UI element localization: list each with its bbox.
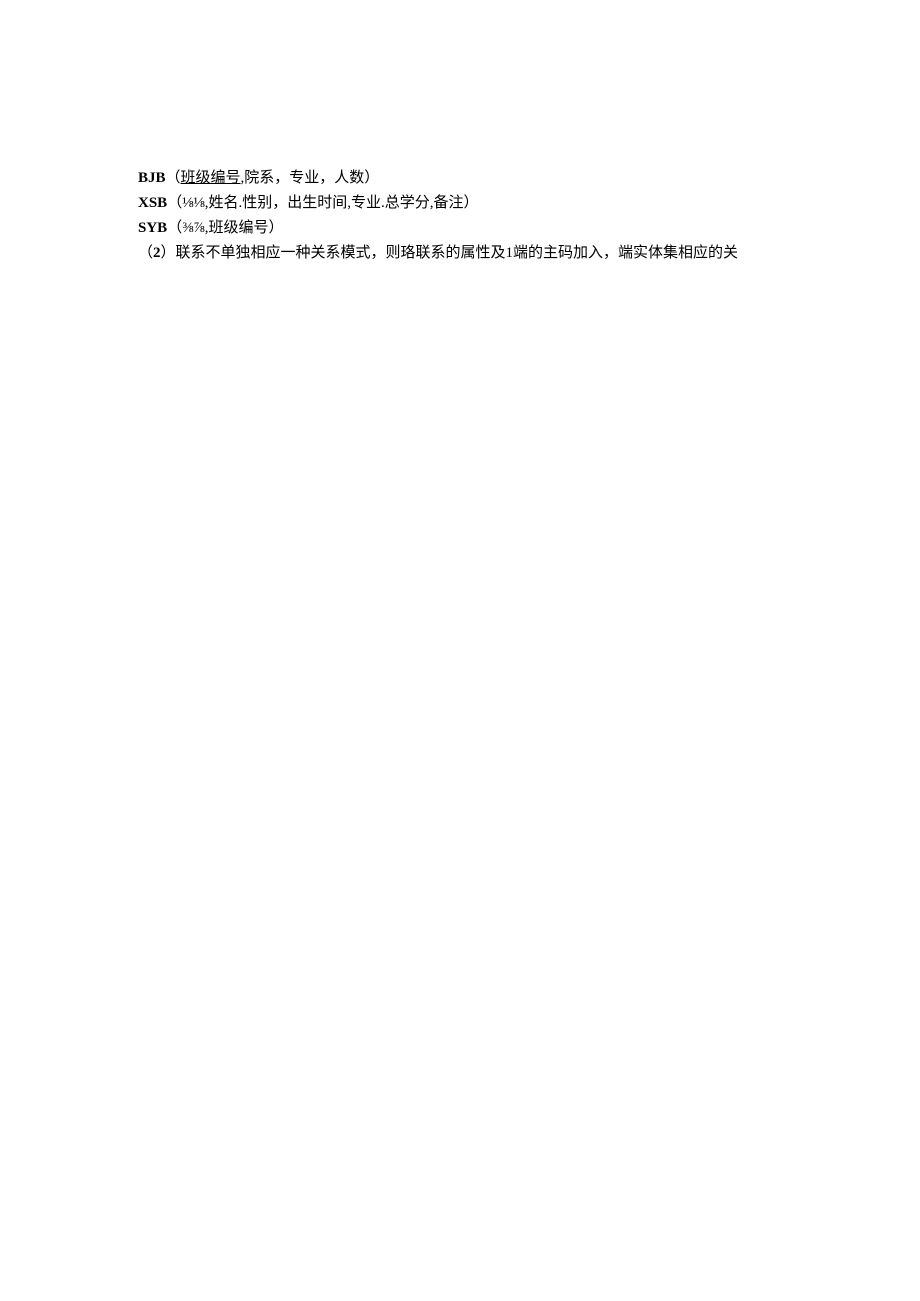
document-content: BJB（班级编号,院系，专业，人数） XSB（⅛⅛,姓名.性别，出生时间,专业.… (138, 166, 820, 266)
text-line-2: XSB（⅛⅛,姓名.性别，出生时间,专业.总学分,备注） (138, 191, 820, 216)
schema-rest-3: （⅜⅞,班级编号） (167, 220, 283, 236)
underlined-key: 班级编号 (181, 170, 241, 186)
schema-label-syb: SYB (138, 220, 167, 236)
paragraph-text: ）联系不单独相应一种关系模式，则珞联系的属性及1端的主码加入，端实体集相应的关 (161, 245, 739, 261)
schema-rest-2: （⅛⅛,姓名.性别，出生时间,专业.总学分,备注） (167, 195, 478, 211)
text-line-4: （2）联系不单独相应一种关系模式，则珞联系的属性及1端的主码加入，端实体集相应的… (138, 241, 820, 266)
text-line-1: BJB（班级编号,院系，专业，人数） (138, 166, 820, 191)
paren-prefix: （ (138, 245, 153, 261)
paren-open: （ (166, 170, 181, 186)
schema-rest-1: ,院系，专业，人数） (241, 170, 380, 186)
item-number: 2 (153, 245, 161, 261)
schema-label-xsb: XSB (138, 195, 167, 211)
schema-label-bjb: BJB (138, 170, 166, 186)
text-line-3: SYB（⅜⅞,班级编号） (138, 216, 820, 241)
